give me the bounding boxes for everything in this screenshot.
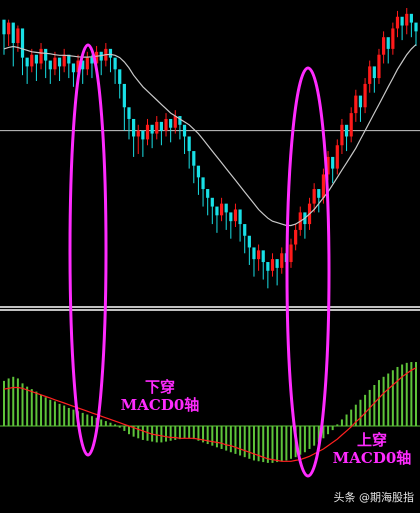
candle — [381, 31, 386, 64]
candle — [340, 118, 344, 154]
chart-stage: 下穿 MACD0轴 上穿 MACD0轴 头条 @期海股指 — [0, 0, 420, 509]
candle — [113, 57, 117, 84]
candle — [145, 118, 150, 146]
candle — [173, 110, 177, 134]
candle — [164, 113, 168, 137]
candle — [395, 10, 400, 38]
candle — [48, 60, 52, 84]
candle — [270, 253, 275, 277]
candle — [127, 107, 131, 140]
candle — [233, 203, 238, 227]
candle — [196, 165, 201, 195]
candle — [414, 22, 418, 46]
annotation-cross-down-line-1: 下穿 — [144, 378, 175, 396]
candle — [335, 139, 339, 175]
candle — [405, 8, 409, 35]
candle — [391, 22, 395, 55]
candle — [71, 63, 76, 87]
candle — [108, 48, 113, 73]
annotation-cross-down: 下穿 MACD0轴 — [110, 378, 210, 414]
candle — [372, 66, 376, 93]
candle — [34, 54, 39, 81]
candle — [358, 95, 363, 122]
highlight-ellipse-cross-down — [68, 43, 108, 457]
candle — [206, 189, 210, 216]
candle — [150, 124, 154, 149]
candle — [238, 209, 242, 242]
annotation-cross-up-line-2: MACD0轴 — [332, 449, 412, 467]
candle — [210, 197, 214, 225]
candle — [409, 13, 413, 38]
candle — [136, 124, 140, 154]
annotation-cross-down-line-2: MACD0轴 — [120, 396, 200, 414]
candle — [368, 60, 372, 93]
annotation-cross-up: 上穿 MACD0轴 — [322, 431, 420, 467]
price-pane — [0, 8, 420, 289]
candle — [400, 16, 404, 41]
candle — [289, 238, 293, 268]
candle — [257, 244, 261, 271]
candle — [201, 177, 205, 207]
candle — [377, 48, 381, 84]
candle — [62, 48, 66, 73]
candle — [275, 259, 279, 286]
candle — [252, 247, 256, 277]
candle — [229, 212, 233, 239]
candle — [187, 136, 191, 169]
candle — [57, 57, 62, 81]
highlight-ellipse-cross-up — [285, 66, 331, 478]
candle — [224, 203, 228, 230]
candle — [11, 22, 15, 67]
candle — [67, 54, 71, 79]
candle — [261, 250, 265, 280]
candle — [132, 118, 136, 157]
candle — [2, 19, 6, 55]
candle — [122, 83, 126, 131]
candle — [363, 78, 367, 114]
candle — [280, 247, 284, 274]
candle — [85, 51, 89, 76]
annotation-cross-up-line-1: 上穿 — [356, 431, 387, 449]
candle — [294, 224, 298, 251]
candle — [354, 89, 358, 122]
candle — [39, 43, 43, 70]
moving-average-line — [3, 44, 417, 227]
candle — [349, 107, 353, 143]
candle — [386, 37, 390, 64]
candle — [20, 28, 25, 76]
candle — [317, 189, 321, 213]
candle — [7, 19, 11, 46]
watermark: 头条 @期海股指 — [333, 491, 415, 504]
candle — [182, 124, 187, 154]
candle — [192, 151, 196, 184]
candle — [243, 224, 247, 254]
candle — [155, 116, 159, 140]
candle — [159, 121, 163, 146]
candle — [215, 206, 219, 233]
candle — [25, 57, 29, 84]
candle — [247, 235, 251, 265]
candle — [219, 197, 224, 222]
candle — [331, 156, 335, 184]
candle — [266, 262, 270, 289]
candle — [118, 69, 122, 99]
candle — [141, 130, 145, 157]
candle — [344, 124, 349, 152]
